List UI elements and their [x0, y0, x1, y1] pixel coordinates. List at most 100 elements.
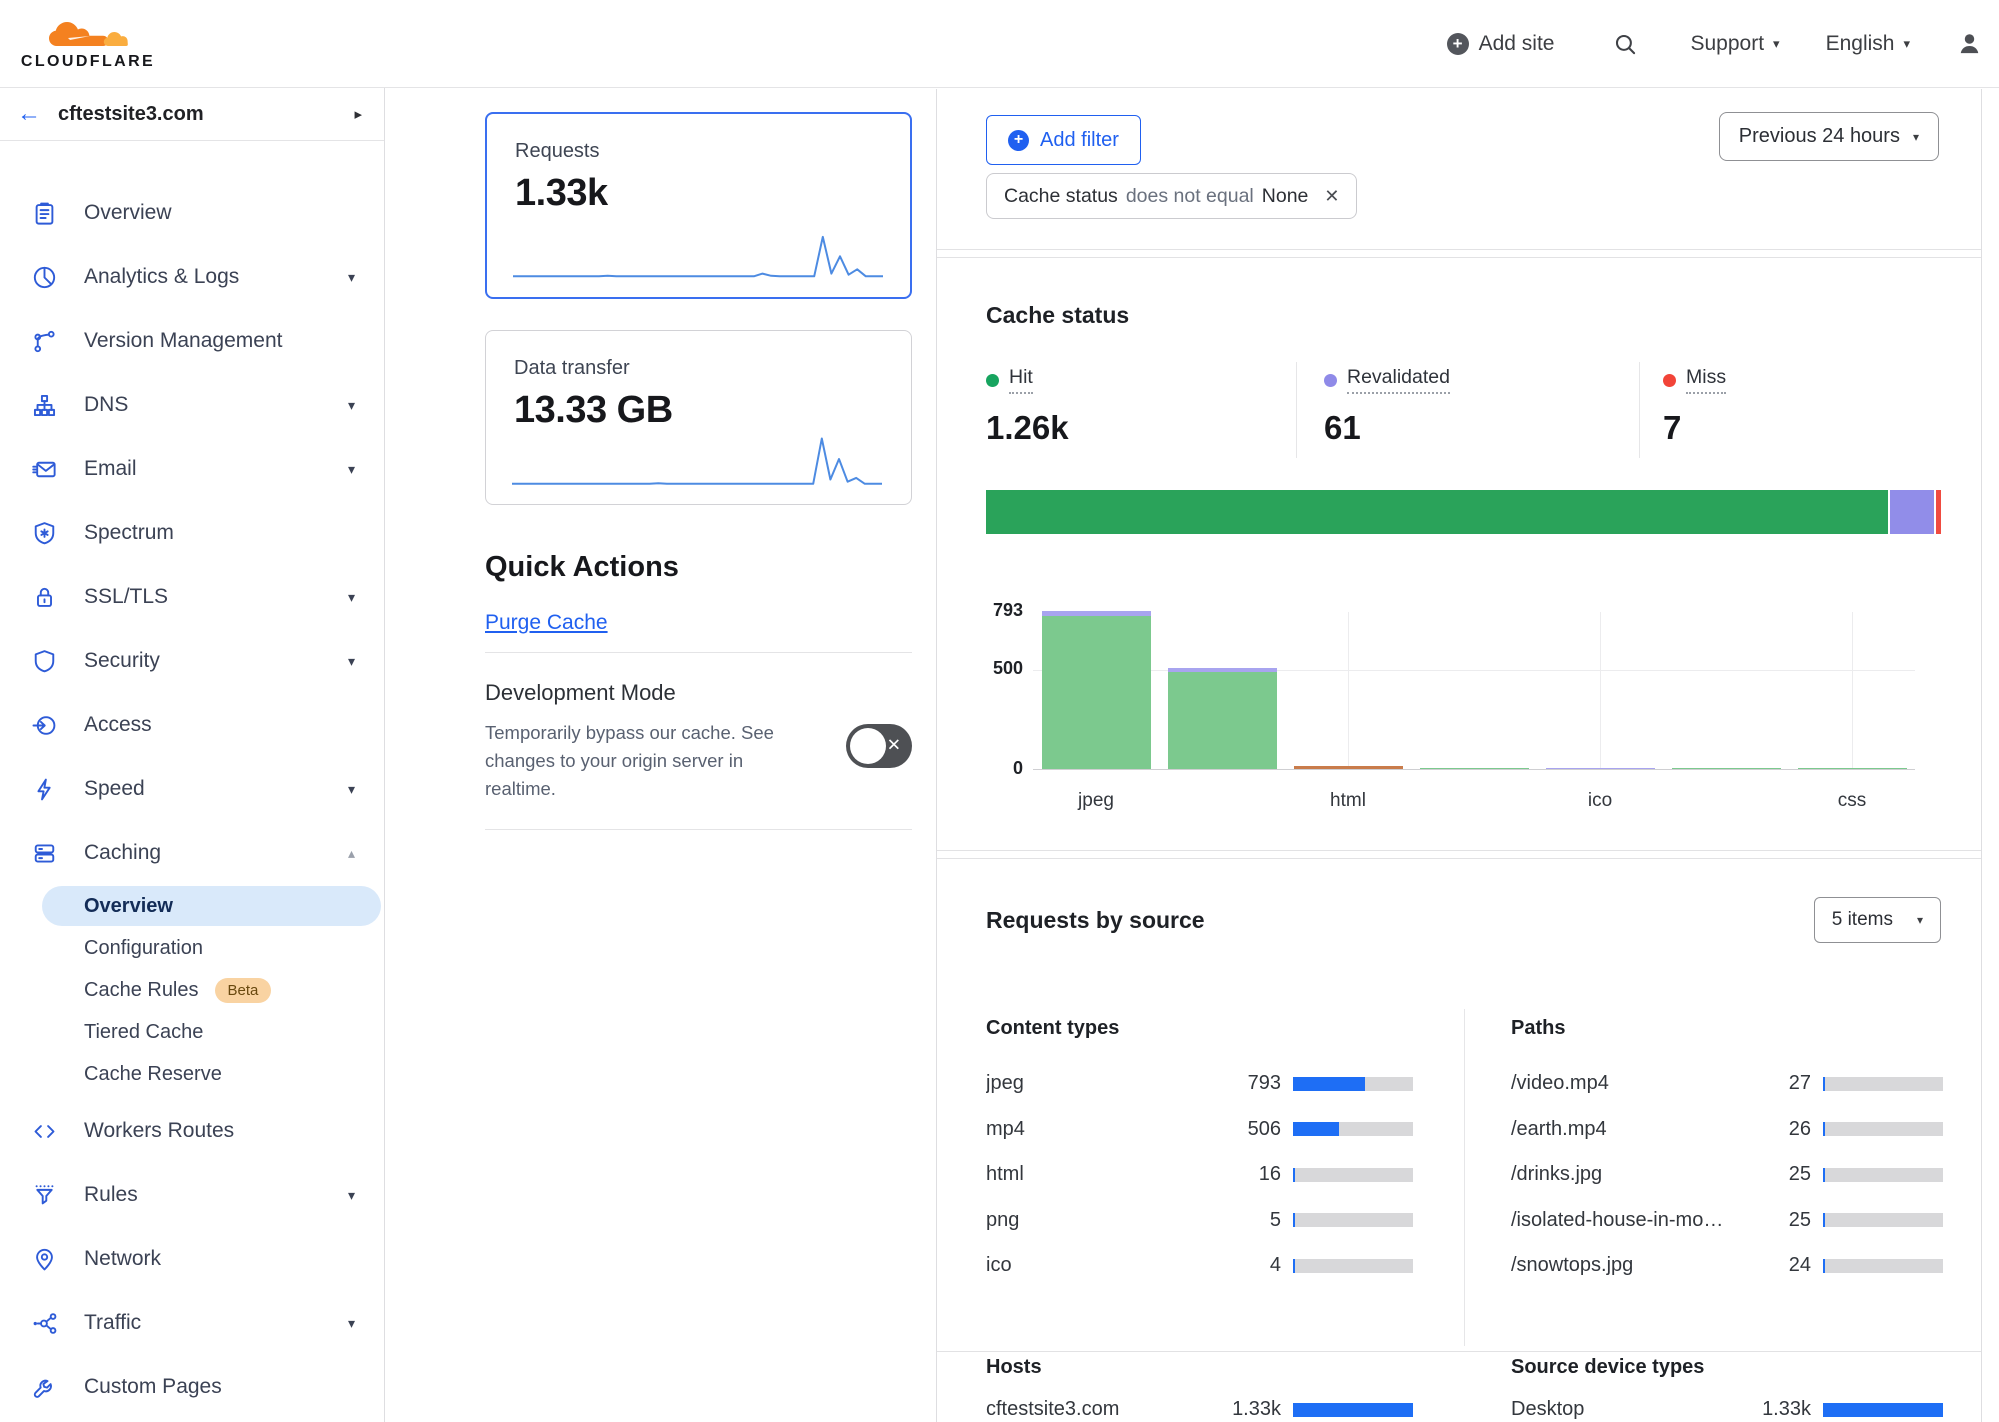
- gridline: [1852, 612, 1853, 769]
- sidebar-item-label: Rules: [84, 1183, 138, 1207]
- chevron-down-icon: ▾: [348, 461, 355, 478]
- item-label: html: [986, 1163, 1203, 1186]
- value-bar: [1823, 1168, 1943, 1182]
- remove-filter-icon[interactable]: ✕: [1324, 186, 1339, 207]
- data-transfer-metric-card[interactable]: Data transfer 13.33 GB: [485, 330, 912, 505]
- item-label: cftestsite3.com: [986, 1398, 1203, 1421]
- language-menu[interactable]: English ▾: [1826, 32, 1910, 56]
- add-site-button[interactable]: + Add site: [1447, 32, 1555, 56]
- sidebar-item-label: Caching: [84, 841, 161, 865]
- item-label: ico: [986, 1254, 1203, 1277]
- add-filter-button[interactable]: + Add filter: [986, 115, 1141, 165]
- sidebar-item-traffic[interactable]: Traffic▾: [0, 1291, 384, 1355]
- value-bar-fill: [1293, 1168, 1295, 1182]
- sidebar-item-email[interactable]: Email▾: [0, 437, 384, 501]
- cloudflare-logo[interactable]: CLOUDFLARE: [22, 16, 154, 71]
- legend-dot: [1324, 374, 1337, 387]
- hierarchy-icon: [31, 392, 58, 419]
- source-device-types-title: Source device types: [1511, 1356, 1943, 1379]
- door-enter-icon: [31, 712, 58, 739]
- site-name: cftestsite3.com: [58, 103, 354, 126]
- sidebar-item-custom-pages[interactable]: Custom Pages: [0, 1355, 384, 1419]
- items-count-select[interactable]: 5 items ▾: [1814, 897, 1941, 943]
- requests-metric-card[interactable]: Requests 1.33k: [485, 112, 912, 299]
- sidebar-item-dns[interactable]: DNS▾: [0, 373, 384, 437]
- time-range-select[interactable]: Previous 24 hours ▾: [1719, 112, 1939, 161]
- sidebar-item-security[interactable]: Security▾: [0, 629, 384, 693]
- search-icon[interactable]: [1612, 31, 1638, 57]
- sidebar-caching-subnav: OverviewConfiguration Cache Rules Beta Tier…: [0, 885, 384, 1095]
- value-bar: [1823, 1403, 1943, 1417]
- gridline: [1348, 612, 1349, 769]
- sidebar-item-caching[interactable]: Caching▴: [0, 821, 384, 885]
- sidebar-item-rules[interactable]: Rules▾: [0, 1163, 384, 1227]
- stat-label[interactable]: Hit: [986, 366, 1033, 394]
- list-item: Desktop1.33k: [1511, 1387, 1943, 1422]
- quick-actions: Quick Actions Purge Cache Development Mo…: [485, 551, 912, 830]
- value-bar: [1293, 1122, 1413, 1136]
- purge-cache-link[interactable]: Purge Cache: [485, 611, 608, 635]
- support-menu[interactable]: Support ▾: [1690, 32, 1779, 56]
- site-selector: ← cftestsite3.com ▸: [0, 88, 384, 141]
- topbar-actions: + Add site Support ▾ English ▾: [1447, 30, 1999, 57]
- value-bar-fill: [1823, 1122, 1825, 1136]
- sidebar-item-label: Security: [84, 649, 160, 673]
- sidebar-item-overview[interactable]: Overview: [0, 181, 384, 245]
- sidebar-item-version-management[interactable]: Version Management: [0, 309, 384, 373]
- value-bar: [1293, 1403, 1413, 1417]
- toggle-off-x-icon: ✕: [887, 736, 901, 756]
- value-bar-fill: [1293, 1077, 1365, 1091]
- back-arrow-icon[interactable]: ←: [0, 100, 58, 128]
- value-bar-fill: [1823, 1259, 1825, 1273]
- cache-status-title: Cache status: [986, 302, 1129, 329]
- legend-dot: [1663, 374, 1676, 387]
- y-tick-label: 793: [937, 600, 1023, 621]
- bar-col-4: [1420, 768, 1529, 770]
- sidebar-item-spectrum[interactable]: Spectrum: [0, 501, 384, 565]
- content-types-title: Content types: [986, 1017, 1413, 1040]
- beta-badge: Beta: [215, 978, 272, 1003]
- sidebar-item-label: SSL/TLS: [84, 585, 168, 609]
- sidebar-item-analytics-logs[interactable]: Analytics & Logs▾: [0, 245, 384, 309]
- sidebar-item-caching-configuration[interactable]: Configuration: [0, 927, 384, 969]
- development-mode-toggle[interactable]: ✕: [846, 724, 912, 768]
- sidebar-item-caching-cache-rules[interactable]: Cache Rules Beta: [0, 969, 384, 1011]
- support-label: Support: [1690, 32, 1764, 56]
- chevron-down-icon: ▾: [348, 589, 355, 606]
- share-nodes-icon: [31, 1310, 58, 1337]
- stat-label[interactable]: Revalidated: [1324, 366, 1450, 394]
- user-account-icon[interactable]: [1956, 30, 1983, 57]
- requests-by-source-title: Requests by source: [986, 907, 1205, 934]
- sidebar-item-ssl-tls[interactable]: SSL/TLS ▾: [0, 565, 384, 629]
- stat-value: 7: [1663, 409, 1939, 447]
- bar-ico: [1546, 768, 1655, 770]
- sidebar-item-caching-cache-reserve[interactable]: Cache Reserve: [0, 1053, 384, 1095]
- sidebar-item-workers-routes[interactable]: Workers Routes: [0, 1099, 384, 1163]
- sidebar-subitem-label: Cache Rules: [84, 979, 199, 1002]
- cache-status-stats: Hit1.26kRevalidated61Miss7: [986, 362, 1939, 458]
- sidebar-item-speed[interactable]: Speed▾: [0, 757, 384, 821]
- chevron-down-icon: ▾: [348, 397, 355, 414]
- value-bar: [1823, 1213, 1943, 1227]
- sidebar-item-caching-tiered-cache[interactable]: Tiered Cache: [0, 1011, 384, 1053]
- segment-revalidated: [1890, 490, 1934, 534]
- column-divider: [1464, 1009, 1465, 1346]
- requests-value: 1.33k: [515, 172, 882, 215]
- x-tick-label: jpeg: [1051, 790, 1141, 812]
- sidebar-item-access[interactable]: Access: [0, 693, 384, 757]
- requests-sparkline: [513, 223, 883, 281]
- add-filter-label: Add filter: [1040, 129, 1119, 152]
- value-bar-fill: [1293, 1259, 1295, 1273]
- item-label: png: [986, 1209, 1203, 1232]
- sidebar-item-caching-overview[interactable]: Overview: [0, 885, 384, 927]
- bar-html: [1294, 766, 1403, 769]
- shield-icon: [31, 648, 58, 675]
- stat-label[interactable]: Miss: [1663, 366, 1726, 394]
- bar-segment-hit: [1042, 616, 1151, 769]
- value-bar: [1293, 1168, 1413, 1182]
- pie-chart-icon: [31, 264, 58, 291]
- stat-value: 61: [1324, 409, 1639, 447]
- logo-text: CLOUDFLARE: [21, 53, 155, 71]
- site-expand-icon[interactable]: ▸: [354, 105, 362, 123]
- sidebar-item-network[interactable]: Network: [0, 1227, 384, 1291]
